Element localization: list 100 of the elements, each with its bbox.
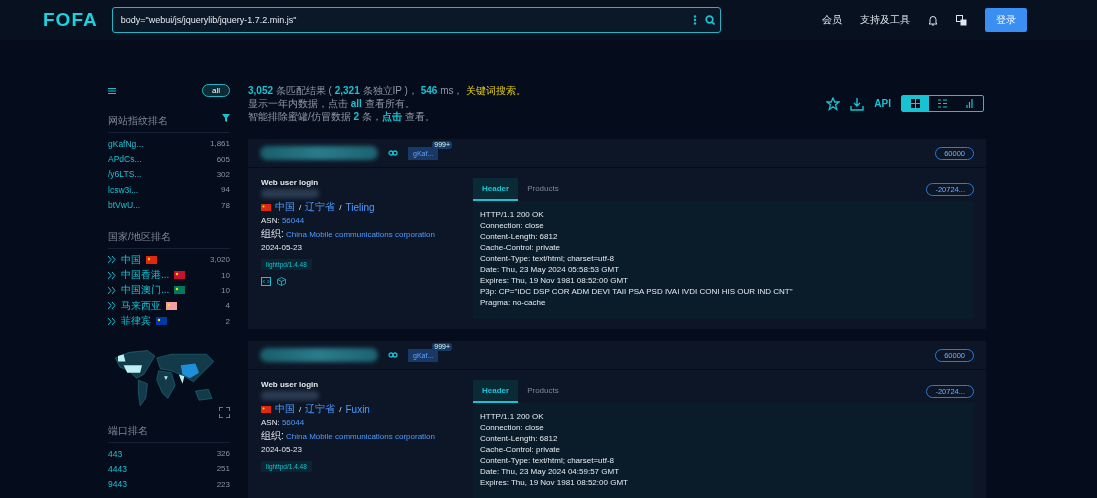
date: 2024-05-23 [261,445,303,454]
chevron-icon [108,317,116,325]
keyword-search-link[interactable]: 关键词搜索。 [466,85,527,96]
header-line: Expires: Thu, 19 Nov 1981 08:52:00 GMT [480,275,629,286]
location-link[interactable]: Tieling [345,201,375,213]
asn-label: ASN: [261,418,280,427]
asn-link[interactable]: 56044 [281,216,305,225]
asn-link[interactable]: 56044 [281,418,305,427]
date: 2024-05-23 [261,243,303,252]
location-link[interactable]: 中国 [275,402,295,416]
translate-icon[interactable] [956,14,967,26]
location-link[interactable]: 辽宁省 [305,200,336,214]
section-title: 网站指纹排名 [108,114,168,128]
country-link[interactable]: 中国香港... [121,268,170,283]
count: 326 [216,449,230,459]
port-link[interactable]: 9443 [108,479,127,490]
star-icon[interactable] [826,96,841,111]
header-line: Connection: close [480,220,545,231]
chevron-icon [108,256,116,264]
section-title: 国家/地区排名 [108,229,171,244]
org-label: 组织: [261,430,284,441]
nav-link[interactable]: 支持及工具 [860,13,910,27]
country-link[interactable]: 马来西亚 [121,298,161,313]
fingerprint-link[interactable]: APdCs... [108,154,142,165]
fullscreen-icon[interactable] [219,406,230,418]
count: 4 [225,301,230,311]
view-link[interactable]: 点击 [381,111,402,122]
search-field[interactable]: body="webui/js/jquerylib/jquery-1.7.2.min.js" [111,7,721,33]
section-title: 端口排名 [108,423,148,438]
country-link[interactable]: 菲律宾 [121,314,151,329]
link-icon[interactable] [388,352,398,358]
chart-view-icon [965,99,974,108]
result-summary: 3,052 条匹配结果 ( 2,321 条独立IP )， 546 ms， 关键词搜索。 [248,84,527,97]
page-title: Web user login [261,178,320,187]
count: 78 [221,200,230,210]
filter-icon[interactable] [222,114,230,122]
link-icon[interactable] [388,150,398,156]
count: 2 [225,316,230,326]
org-link[interactable]: China Mobile communications corporation [286,230,435,239]
location-link[interactable]: 中国 [275,200,295,214]
list-view-icon [938,99,947,108]
org-link[interactable]: China Mobile communications corporation [286,432,435,441]
separator: / [339,404,342,414]
date-range-note: 显示一年内数据，点击 all 查看所有。 [248,97,416,110]
search-icon[interactable] [704,15,715,25]
header-line: Content-Type: text/html; charset=utf-8 [480,253,616,264]
count: 1,861 [209,139,230,149]
all-toggle[interactable]: all [202,84,230,97]
fingerprint-link[interactable]: btVwU... [108,200,141,211]
count: 94 [221,185,230,195]
code-icon[interactable] [261,277,271,286]
grid-view-icon [911,99,920,108]
more-icon[interactable] [692,15,697,25]
count: 251 [216,464,230,474]
org-label: 组织: [261,228,284,239]
page-title: Web user login [261,380,320,389]
redacted-text [261,391,319,400]
panel-tab[interactable]: Header [473,380,519,403]
count: 223 [216,479,230,489]
header-line: Connection: close [480,422,545,433]
header-line: Content-Length: 6812 [480,231,559,242]
port-link[interactable]: 443 [108,448,123,459]
download-icon[interactable] [850,96,865,111]
nav-link[interactable]: 会员 [822,13,842,27]
header-line: HTTP/1.1 200 OK [480,411,545,422]
filter-settings-icon[interactable] [108,86,116,95]
fingerprint-link[interactable]: gKafNg... [108,138,144,149]
location-link[interactable]: Fuxin [345,403,370,415]
header-line: Date: Thu, 23 May 2024 04:59:57 GMT [480,466,621,477]
fingerprint-link[interactable]: /y6LTS... [108,169,142,180]
api-link[interactable]: API [874,97,891,110]
separator: / [299,404,302,414]
chevron-icon [108,302,116,310]
chevron-icon [108,286,116,294]
header-line: Expires: Thu, 19 Nov 1981 08:52:00 GMT [480,477,629,488]
location-link[interactable]: 辽宁省 [305,402,336,416]
chevron-icon [108,271,116,279]
panel-tab[interactable]: Products [518,178,568,201]
header-line: Cache-Control: private [480,444,562,455]
bell-icon[interactable] [928,14,938,26]
separator: / [299,202,302,212]
logo[interactable]: FOFA [43,8,98,32]
header-line: Content-Length: 6812 [480,433,559,444]
country-link[interactable]: 中国 [121,252,141,267]
header-line: Cache-Control: private [480,242,562,253]
panel-tab[interactable]: Header [473,178,519,201]
count: 10 [221,285,230,295]
fingerprint-link[interactable]: lcsw3i... [108,184,139,195]
flag-icon [261,203,271,211]
count: 302 [216,169,230,179]
panel-tab[interactable]: Products [518,380,568,403]
header-line: Date: Thu, 23 May 2024 05:58:53 GMT [480,264,621,275]
country-link[interactable]: 中国澳门... [121,283,170,298]
honeypot-note: 智能排除蜜罐/仿冒数据 2 条，点击 查看。 [248,110,436,123]
cube-icon[interactable] [277,277,286,286]
count: 3,020 [209,255,230,265]
asn-label: ASN: [261,216,280,225]
separator: / [339,202,342,212]
port-link[interactable]: 4443 [108,464,127,474]
view-toggle[interactable] [902,96,929,111]
